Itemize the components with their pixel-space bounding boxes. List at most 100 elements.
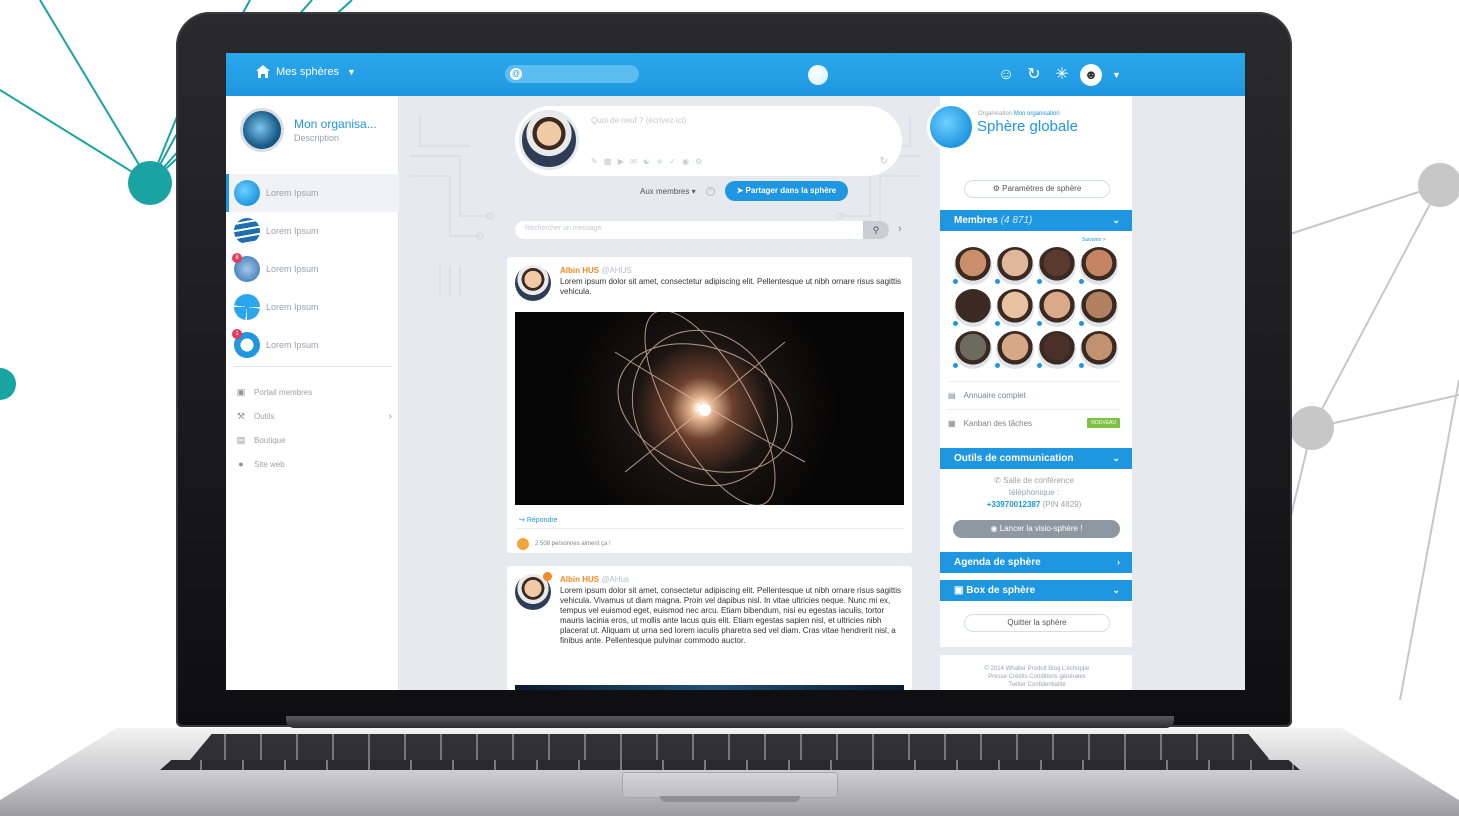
footer-links[interactable]: © 2014 Whaller Produit Blog L'échoppe Pr… [944,665,1130,689]
composer-actions: Aux membres ▾ ? ➤ Partager dans la sphèr… [640,181,849,201]
whaller-logo[interactable] [808,65,828,85]
online-status-dot [953,279,958,284]
post-composer: Quoi de neuf ? (écrivez ici) ✎ ▩ ▶ ✉ ☯ ⎈… [515,106,902,176]
member-avatar[interactable] [953,247,992,285]
user-menu-chevron-icon[interactable]: ▼ [1112,70,1121,80]
leave-sphere-button[interactable]: Quitter la sphère [964,614,1110,632]
organization-logo [240,108,284,152]
help-icon[interactable]: ? [705,186,715,196]
my-spheres-menu[interactable]: Mes sphères ▼ [256,65,356,78]
share-button[interactable]: ➤ Partager dans la sphère [724,181,849,201]
notifications-icon[interactable]: ✳ [1052,65,1072,85]
member-avatar[interactable] [1079,289,1118,327]
online-status-dot [953,321,958,326]
user-avatar[interactable]: ☻ [1080,64,1102,86]
network-node-teal [128,161,172,205]
add-sphere-icon[interactable]: ↻ [1024,65,1044,85]
directory-link[interactable]: ▤ Annuaire complet [948,382,1120,408]
online-status-dot [1037,279,1042,284]
sidebar-item-outils[interactable]: ⚒ Outils › [236,404,396,428]
member-avatar[interactable] [995,289,1034,327]
portal-icon: ▣ [236,386,246,397]
new-badge: NOUVEAU [1087,418,1120,428]
sphere-settings-button[interactable]: ⚙ Paramètres de sphère [964,180,1110,198]
sphere-item[interactable]: Lorem Ipsum [226,212,399,250]
member-avatar[interactable] [1037,247,1076,285]
online-status-dot [1037,363,1042,368]
reply-link[interactable]: ↪ Répondre [519,516,558,524]
online-status-dot [1079,363,1084,368]
laptop-front-lip [660,796,800,802]
sphere-item-label: Lorem Ipsum [266,264,319,274]
chevron-right-icon[interactable]: › [898,223,902,235]
sphere-item-label: Lorem Ipsum [266,302,319,312]
audience-select[interactable]: Aux membres ▾ [640,187,696,196]
post-author[interactable]: Albin HUS @AHUS [560,266,632,275]
sphere-item[interactable]: Lorem Ipsum [226,288,399,326]
communication-tools-header[interactable]: Outils de communication ⌄ [940,448,1132,469]
sphere-icon [234,218,260,244]
member-avatar[interactable] [1079,331,1118,369]
sphere-item[interactable]: 8 Lorem Ipsum [226,250,399,288]
kanban-link[interactable]: ▦ Kanban des tâches NOUVEAU [948,410,1120,436]
post-author[interactable]: Albin HUS @AHus [560,575,629,584]
post-image[interactable] [515,312,904,505]
chevron-down-icon: ⌄ [1112,585,1120,595]
sphere-item-label: Lorem Ipsum [266,340,319,350]
sphere-item[interactable]: Lorem Ipsum [226,174,399,212]
sidebar-item-portail[interactable]: ▣ Portail membres [236,380,396,404]
feed-post: Albin HUS @AHUS Lorem ipsum dolor sit am… [507,257,912,553]
composer-input[interactable]: Quoi de neuf ? (écrivez ici) [591,116,686,125]
organization-prefix: Organisation [978,111,1013,117]
chevron-right-icon: › [1117,557,1120,567]
member-avatar[interactable] [995,331,1034,369]
organization-header[interactable]: Mon organisa... Description [240,108,377,152]
organization-link[interactable]: Mon organisation [1014,111,1060,117]
following-link[interactable]: Suivants > [1082,237,1106,243]
message-search-field[interactable]: Rechercher un message ⚲ [515,221,889,239]
launch-visio-button[interactable]: ◉ Lancer la visio-sphère ! [953,520,1120,538]
online-status-dot [1037,321,1042,326]
composer-toolbar[interactable]: ✎ ▩ ▶ ✉ ☯ ⎈ ✓ ◉ ⚙ [591,157,704,167]
phone-icon: ✆ [994,476,1001,485]
share-button-label: Partager dans la sphère [745,186,837,195]
conference-phone[interactable]: +33970012387 [987,500,1041,509]
chevron-down-icon: ▼ [346,66,356,77]
sidebar-item-label: Outils [254,411,275,421]
member-avatar[interactable] [995,247,1034,285]
member-avatar[interactable] [1037,331,1076,369]
post-author-name: Albin HUS [560,266,600,275]
laptop-trackpad [622,772,838,798]
chevron-down-icon: ⌄ [1112,215,1120,225]
global-search-input[interactable]: @ [505,65,639,83]
sphere-item-label: Lorem Ipsum [266,188,319,198]
member-avatar[interactable] [1079,247,1118,285]
sidebar-links: ▣ Portail membres ⚒ Outils › ▤ Boutique … [236,380,396,476]
member-avatar[interactable] [953,289,992,327]
member-avatar[interactable] [1037,289,1076,327]
add-contact-icon[interactable]: ☺ [996,65,1016,85]
top-actions: ☺ ↻ ✳ ☻ ▼ [996,64,1121,86]
sphere-item[interactable]: 1 Lorem Ipsum [226,326,399,364]
sidebar-item-site-web[interactable]: ● Site web [236,452,396,476]
agenda-header[interactable]: Agenda de sphère › [940,552,1132,573]
likes-count: 2 508 personnes aiment ça ! [535,541,611,547]
agenda-title: Agenda de sphère [954,557,1041,568]
post-image[interactable] [515,685,904,690]
sidebar-item-boutique[interactable]: ▤ Boutique [236,428,396,452]
online-status-dot [953,363,958,368]
feed-post: Albin HUS @AHus Lorem ipsum dolor sit am… [507,566,912,690]
search-icon[interactable]: ⚲ [863,221,889,239]
member-avatar[interactable] [953,331,992,369]
members-header[interactable]: Membres (4 871) ⌄ [940,210,1132,231]
box-title: Box de sphère [966,585,1036,596]
notification-badge: 8 [232,253,242,263]
post-author-avatar[interactable] [515,265,551,301]
online-status-dot [995,321,1000,326]
conference-pin: (PIN 4829) [1042,500,1082,509]
address-book-icon: ▤ [948,390,956,400]
refresh-icon[interactable]: ↻ [880,156,888,167]
box-header[interactable]: ▣ Box de sphère ⌄ [940,580,1132,601]
post-likes[interactable]: 2 508 personnes aiment ça ! [517,538,611,550]
directory-label: Annuaire complet [963,390,1026,400]
